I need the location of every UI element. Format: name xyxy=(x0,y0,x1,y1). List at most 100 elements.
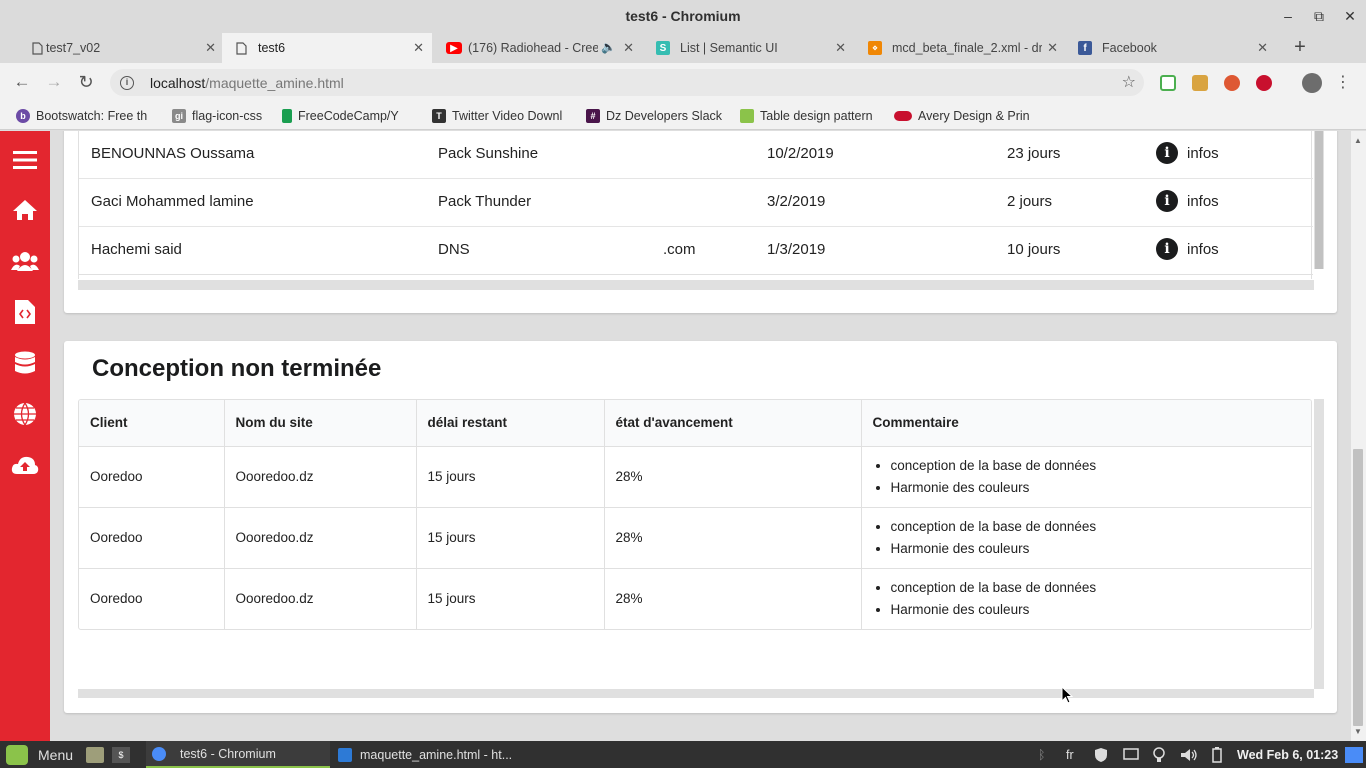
table-row: Hachemi said DNS .com 1/3/2019 10 jours … xyxy=(79,227,1313,275)
tab-test6[interactable]: test6 ✕ xyxy=(222,33,432,63)
duckduckgo-icon[interactable] xyxy=(1224,75,1240,91)
tab-drawio[interactable]: ⋄ mcd_beta_finale_2.xml - draw.io ✕ xyxy=(858,33,1068,63)
new-tab-icon[interactable]: + xyxy=(1288,36,1312,60)
drawio-icon: ⋄ xyxy=(868,41,882,55)
info-circle-icon: i xyxy=(1156,238,1178,260)
table-header-row: Client Nom du site délai restant état d'… xyxy=(79,400,1311,447)
tab-test7[interactable]: test7_v02 ✕ xyxy=(8,33,220,63)
bootswatch-icon: b xyxy=(16,108,30,123)
bookmark-table-design[interactable]: Table design pattern xyxy=(740,101,878,130)
semantic-ui-icon: S xyxy=(656,41,670,55)
bookmark-twitter-video[interactable]: T Twitter Video Downl xyxy=(432,101,568,130)
info-circle-icon: i xyxy=(1156,142,1178,164)
bluetooth-icon[interactable]: ᛒ xyxy=(1038,741,1046,768)
close-window-icon[interactable]: ✕ xyxy=(1335,0,1365,32)
profile-avatar[interactable] xyxy=(1302,73,1322,93)
youtube-icon: ▶ xyxy=(446,42,462,54)
close-tab-icon[interactable]: ✕ xyxy=(1257,40,1268,56)
security-shield-icon[interactable] xyxy=(1094,741,1108,768)
scroll-up-icon[interactable]: ▲ xyxy=(1354,136,1362,145)
site-info-icon[interactable]: i xyxy=(120,75,134,90)
close-tab-icon[interactable]: ✕ xyxy=(413,40,424,56)
forward-icon[interactable]: → xyxy=(43,71,65,93)
tab-radiohead[interactable]: ▶ (176) Radiohead - Creep 🔈 ✕ xyxy=(434,33,644,63)
close-tab-icon[interactable]: ✕ xyxy=(1047,40,1058,56)
extension-color-icon[interactable] xyxy=(1160,75,1176,91)
info-circle-icon: i xyxy=(1156,190,1178,212)
notifications-icon[interactable] xyxy=(1345,741,1363,768)
bookmark-label: Avery Design & Prin xyxy=(918,108,1030,123)
menu-icon[interactable] xyxy=(10,145,40,175)
browser-menu-icon[interactable]: ⋮ xyxy=(1332,71,1354,93)
domain-ext: .com xyxy=(663,241,696,258)
redshift-icon[interactable] xyxy=(1153,741,1165,768)
table-vertical-scrollbar[interactable] xyxy=(1314,399,1324,689)
back-icon[interactable]: ← xyxy=(11,71,33,93)
conception-segment: Conception non terminée Client Nom du si… xyxy=(64,341,1337,713)
extension-box-icon[interactable] xyxy=(1192,75,1208,91)
scroll-down-icon[interactable]: ▼ xyxy=(1354,727,1362,736)
column-header: Nom du site xyxy=(224,400,417,447)
home-icon[interactable] xyxy=(10,195,40,225)
users-icon[interactable] xyxy=(10,246,40,276)
bookmark-flag-icon-css[interactable]: gi flag-icon-css xyxy=(172,101,272,130)
infos-button[interactable]: i infos xyxy=(1156,238,1219,260)
maximize-icon[interactable]: ⧉ xyxy=(1304,0,1334,32)
database-icon[interactable] xyxy=(10,348,40,378)
tab-semantic-ui[interactable]: S List | Semantic UI ✕ xyxy=(646,33,856,63)
freecodecamp-icon xyxy=(282,108,292,123)
bookmark-freecodecamp[interactable]: FreeCodeCamp/Y xyxy=(282,101,414,130)
bookmark-label: Dz Developers Slack xyxy=(606,108,723,123)
infos-button[interactable]: i infos xyxy=(1156,142,1219,164)
adblock-icon[interactable] xyxy=(1256,75,1272,91)
close-tab-icon[interactable]: ✕ xyxy=(623,40,634,56)
infos-button[interactable]: i infos xyxy=(1156,190,1219,212)
bookmark-bootswatch[interactable]: b Bootswatch: Free th xyxy=(16,101,152,130)
taskbar-window-chromium[interactable]: test6 - Chromium xyxy=(146,741,330,768)
address-bar[interactable]: i localhost/maquette_amine.html ☆ xyxy=(110,69,1144,96)
start-menu-button[interactable]: Menu xyxy=(6,741,73,768)
progress-cell: 28% xyxy=(604,446,862,508)
volume-icon[interactable] xyxy=(1180,741,1198,768)
taskbar-window-vscode[interactable]: maquette_amine.html - ht... xyxy=(336,741,520,768)
table-horizontal-scrollbar[interactable] xyxy=(78,280,1314,290)
window-title: test6 - Chromium xyxy=(625,8,741,24)
bookmark-slack[interactable]: # Dz Developers Slack xyxy=(586,101,728,130)
comment-item: conception de la base de données xyxy=(891,455,1312,477)
keyboard-layout[interactable]: fr xyxy=(1066,741,1074,768)
clock[interactable]: Wed Feb 6, 01:23 xyxy=(1237,741,1338,768)
scrollbar-thumb[interactable] xyxy=(1353,449,1363,726)
order-date: 10/2/2019 xyxy=(767,145,834,162)
delay-cell: 15 jours xyxy=(416,507,605,569)
pack-name: DNS xyxy=(438,241,470,258)
cloud-upload-icon[interactable] xyxy=(10,450,40,480)
progress-cell: 28% xyxy=(604,507,862,569)
bookmark-star-icon[interactable]: ☆ xyxy=(1122,72,1136,92)
display-icon[interactable] xyxy=(1123,741,1139,768)
close-tab-icon[interactable]: ✕ xyxy=(835,40,846,56)
bookmark-label: flag-icon-css xyxy=(192,108,263,123)
main-content: BENOUNNAS Oussama Pack Sunshine 10/2/201… xyxy=(50,131,1351,741)
chromium-icon xyxy=(152,746,166,761)
page-scrollbar[interactable]: ▲ ▼ xyxy=(1351,131,1366,741)
url-text: localhost/maquette_amine.html xyxy=(150,75,344,91)
globe-icon[interactable] xyxy=(10,399,40,429)
client-name: Hachemi said xyxy=(91,241,182,258)
orders-table: BENOUNNAS Oussama Pack Sunshine 10/2/201… xyxy=(78,131,1313,279)
conception-table: Client Nom du site délai restant état d'… xyxy=(78,399,1312,630)
code-file-icon[interactable] xyxy=(10,297,40,327)
show-desktop-icon[interactable] xyxy=(86,741,104,768)
battery-icon[interactable] xyxy=(1211,741,1223,768)
table-vertical-scrollbar[interactable] xyxy=(1314,131,1324,269)
minimize-icon[interactable]: – xyxy=(1273,0,1303,32)
bookmark-avery[interactable]: Avery Design & Prin xyxy=(894,101,1030,130)
reload-icon[interactable]: ↻ xyxy=(75,71,97,93)
terminal-icon[interactable]: $ xyxy=(112,741,130,768)
menu-label: Menu xyxy=(38,746,74,763)
tab-facebook[interactable]: f Facebook ✕ xyxy=(1070,33,1276,63)
close-tab-icon[interactable]: ✕ xyxy=(205,40,216,56)
comment-item: conception de la base de données xyxy=(891,516,1312,538)
table-horizontal-scrollbar[interactable] xyxy=(78,689,1314,698)
orders-segment: BENOUNNAS Oussama Pack Sunshine 10/2/201… xyxy=(64,131,1337,313)
audio-playing-icon[interactable]: 🔈 xyxy=(601,40,616,54)
